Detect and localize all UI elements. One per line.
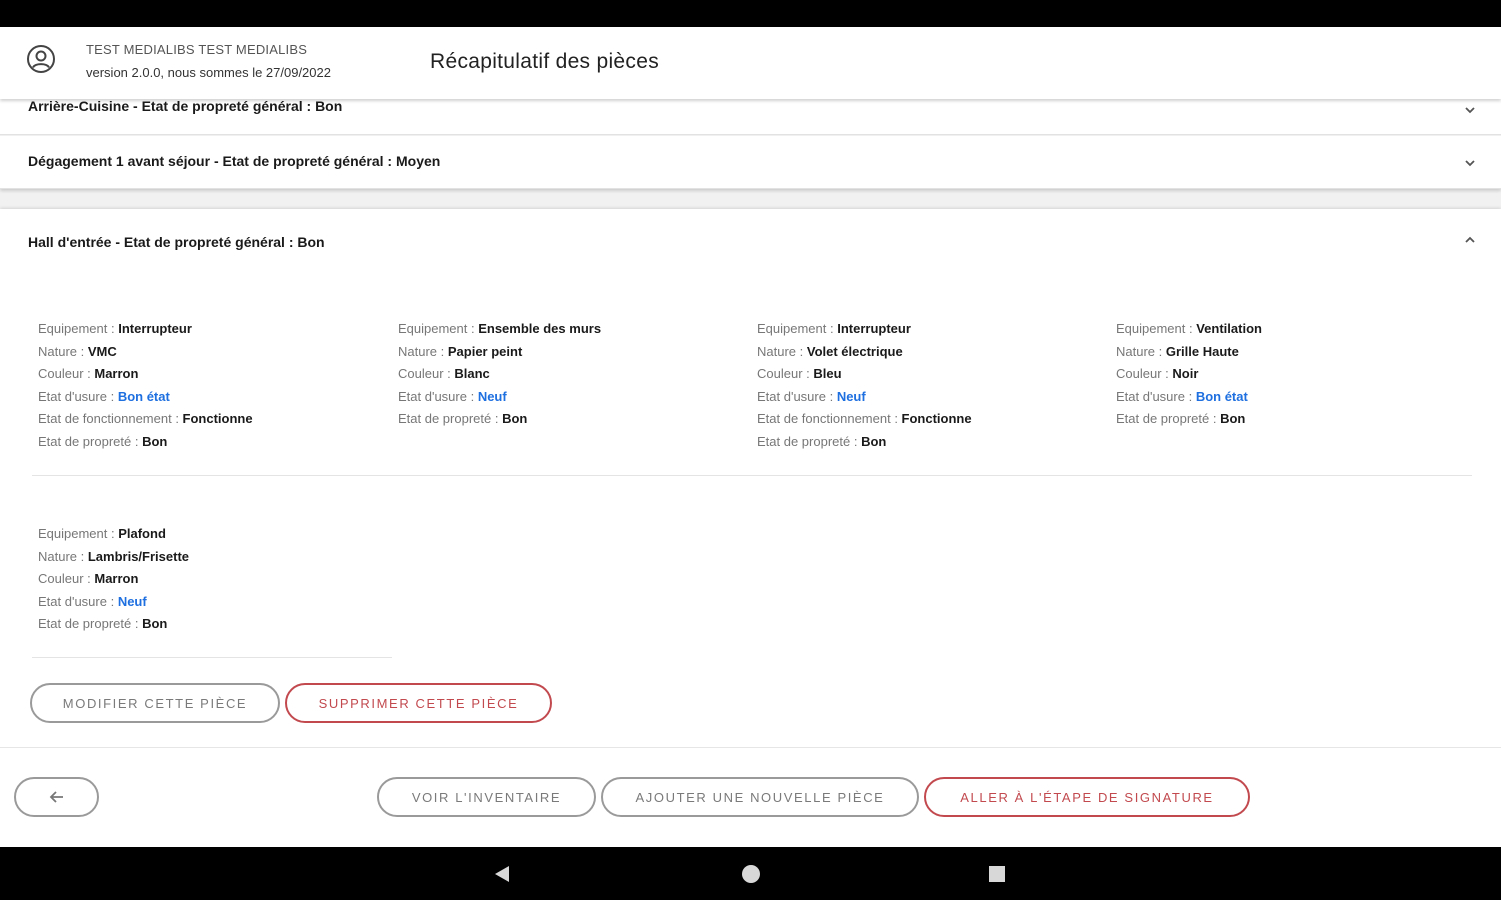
equipment-line: Equipement : Ventilation bbox=[1116, 321, 1262, 336]
equipment-value: Ventilation bbox=[1196, 321, 1262, 336]
nature-line: Nature : Papier peint bbox=[398, 343, 523, 359]
nature-value: Grille Haute bbox=[1165, 343, 1239, 359]
view-inventory-button[interactable]: VOIR L'INVENTAIRE bbox=[377, 777, 596, 817]
room-panel-degagement[interactable]: Dégagement 1 avant séjour - Etat de prop… bbox=[0, 136, 1501, 189]
user-name: TEST MEDIALIBS TEST MEDIALIBS bbox=[86, 42, 308, 57]
cleanliness-value: Bon bbox=[142, 616, 168, 631]
version-info: version 2.0.0, nous sommes le 27/09/2022 bbox=[86, 65, 331, 80]
wear-value: Bon état bbox=[117, 388, 170, 404]
go-to-signature-button[interactable]: ALLER À L'ÉTAPE DE SIGNATURE bbox=[924, 777, 1250, 817]
nature-line: Nature : Grille Haute bbox=[1116, 343, 1239, 359]
cleanliness-line: Etat de propreté : Bon bbox=[1116, 411, 1246, 426]
modify-room-button[interactable]: MODIFIER CETTE PIÈCE bbox=[30, 683, 280, 723]
equipment-line: Equipement : Interrupteur bbox=[757, 321, 911, 336]
app-header: TEST MEDIALIBS TEST MEDIALIBS version 2.… bbox=[0, 27, 1501, 99]
nature-line: Nature : Lambris/Frisette bbox=[38, 548, 190, 564]
wear-line: Etat d'usure : Neuf bbox=[398, 388, 507, 404]
cleanliness-value: Bon bbox=[502, 411, 528, 426]
function-value: Fonctionne bbox=[182, 411, 253, 426]
cleanliness-line: Etat de propreté : Bon bbox=[757, 433, 887, 449]
equipment-card: Equipement : Ventilation Nature : Grille… bbox=[1116, 318, 1456, 431]
wear-line: Etat d'usure : Bon état bbox=[38, 388, 170, 404]
cleanliness-value: Bon bbox=[861, 433, 887, 449]
equipment-card: Equipement : Interrupteur Nature : Volet… bbox=[757, 318, 1097, 453]
wear-value: Bon état bbox=[1195, 388, 1248, 404]
wear-value: Neuf bbox=[836, 388, 866, 404]
system-status-bar bbox=[0, 0, 1501, 27]
nature-value: Lambris/Frisette bbox=[87, 548, 190, 564]
equipment-value: Ensemble des murs bbox=[478, 321, 602, 336]
nav-home-icon[interactable] bbox=[742, 865, 760, 883]
nature-value: VMC bbox=[87, 343, 117, 359]
equipment-card: Equipement : Interrupteur Nature : VMC C… bbox=[38, 318, 378, 453]
color-line: Couleur : Blanc bbox=[398, 366, 490, 381]
back-button[interactable] bbox=[14, 777, 99, 817]
system-navigation-bar bbox=[0, 847, 1501, 900]
nature-value: Volet électrique bbox=[806, 343, 903, 359]
function-value: Fonctionne bbox=[901, 411, 972, 426]
wear-value: Neuf bbox=[117, 593, 147, 609]
color-value: Marron bbox=[94, 366, 139, 381]
account-circle-icon[interactable] bbox=[26, 44, 56, 74]
equipment-value: Interrupteur bbox=[118, 321, 192, 336]
row-divider bbox=[32, 657, 392, 658]
function-line: Etat de fonctionnement : Fonctionne bbox=[38, 411, 253, 426]
delete-room-button[interactable]: SUPPRIMER CETTE PIÈCE bbox=[285, 683, 552, 723]
row-divider bbox=[32, 475, 1472, 476]
color-value: Blanc bbox=[454, 366, 490, 381]
cleanliness-line: Etat de propreté : Bon bbox=[38, 616, 168, 631]
color-value: Noir bbox=[1172, 366, 1199, 381]
wear-line: Etat d'usure : Bon état bbox=[1116, 388, 1248, 404]
room-panel-arriere-cuisine[interactable]: Arrière-Cuisine - Etat de propreté génér… bbox=[0, 99, 1501, 135]
color-line: Couleur : Bleu bbox=[757, 366, 842, 381]
wear-value: Neuf bbox=[477, 388, 507, 404]
cleanliness-line: Etat de propreté : Bon bbox=[38, 433, 168, 449]
color-line: Couleur : Marron bbox=[38, 366, 139, 381]
nav-back-icon[interactable] bbox=[493, 865, 511, 883]
bottom-action-bar: VOIR L'INVENTAIRE AJOUTER UNE NOUVELLE P… bbox=[0, 747, 1501, 847]
nav-recent-apps-icon[interactable] bbox=[989, 866, 1005, 882]
room-panel-hall-entree: Hall d'entrée - Etat de propreté général… bbox=[0, 209, 1501, 747]
nature-line: Nature : VMC bbox=[38, 343, 117, 359]
room-title[interactable]: Hall d'entrée - Etat de propreté général… bbox=[28, 234, 325, 250]
equipment-line: Equipement : Ensemble des murs bbox=[398, 321, 602, 336]
equipment-value: Interrupteur bbox=[837, 321, 911, 336]
function-line: Etat de fonctionnement : Fonctionne bbox=[757, 411, 972, 426]
chevron-up-icon[interactable] bbox=[1463, 233, 1477, 247]
equipment-card: Equipement : Plafond Nature : Lambris/Fr… bbox=[38, 523, 378, 636]
color-line: Couleur : Marron bbox=[38, 571, 139, 586]
nature-line: Nature : Volet électrique bbox=[757, 343, 903, 359]
room-title: Dégagement 1 avant séjour - Etat de prop… bbox=[28, 153, 441, 169]
color-line: Couleur : Noir bbox=[1116, 366, 1199, 381]
rooms-list: Arrière-Cuisine - Etat de propreté génér… bbox=[0, 99, 1501, 747]
color-value: Bleu bbox=[813, 366, 842, 381]
chevron-down-icon[interactable] bbox=[1463, 156, 1477, 170]
equipment-value: Plafond bbox=[118, 526, 166, 541]
color-value: Marron bbox=[94, 571, 139, 586]
cleanliness-line: Etat de propreté : Bon bbox=[398, 411, 528, 426]
add-room-button[interactable]: AJOUTER UNE NOUVELLE PIÈCE bbox=[601, 777, 919, 817]
arrow-left-icon bbox=[49, 791, 63, 803]
equipment-line: Equipement : Interrupteur bbox=[38, 321, 192, 336]
cleanliness-value: Bon bbox=[1220, 411, 1246, 426]
nature-value: Papier peint bbox=[447, 343, 523, 359]
chevron-down-icon[interactable] bbox=[1463, 103, 1477, 117]
page-title: Récapitulatif des pièces bbox=[430, 50, 659, 73]
room-title: Arrière-Cuisine - Etat de propreté génér… bbox=[28, 99, 343, 114]
equipment-card: Equipement : Ensemble des murs Nature : … bbox=[398, 318, 738, 431]
wear-line: Etat d'usure : Neuf bbox=[757, 388, 866, 404]
cleanliness-value: Bon bbox=[142, 433, 168, 449]
equipment-line: Equipement : Plafond bbox=[38, 526, 166, 541]
wear-line: Etat d'usure : Neuf bbox=[38, 593, 147, 609]
